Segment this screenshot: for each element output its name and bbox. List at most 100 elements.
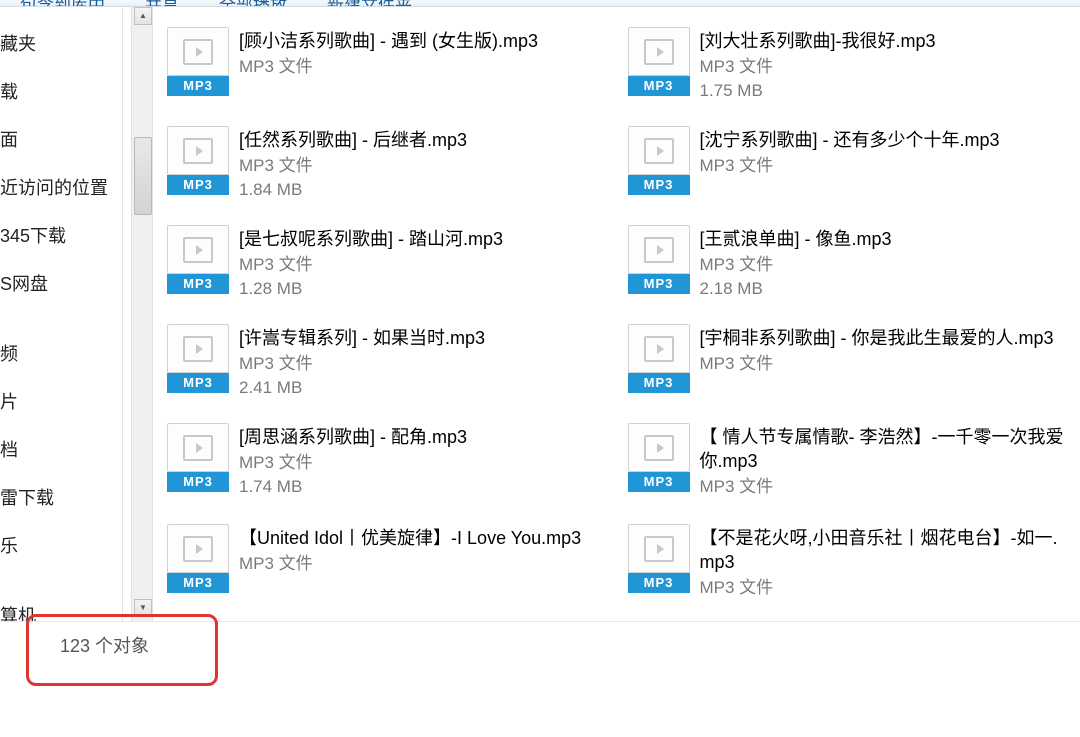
file-info: [刘大壮系列歌曲]-我很好.mp3 MP3 文件1.75 MB: [700, 27, 1071, 102]
file-name: [宇桐非系列歌曲] - 你是我此生最爱的人.mp3: [700, 326, 1071, 350]
sidebar-item[interactable]: 345下载: [0, 211, 122, 259]
file-item[interactable]: MP3 【 情人节专属情歌- 李浩然】-一千零一次我爱你.mp3 MP3 文件: [628, 423, 1071, 500]
sidebar-item[interactable]: 近访问的位置: [0, 163, 122, 211]
status-bar: 123 个对象: [0, 621, 1080, 737]
file-size: 1.74 MB: [239, 476, 610, 498]
mp3-file-icon: MP3: [628, 27, 690, 96]
file-type: MP3 文件: [239, 452, 610, 474]
file-item[interactable]: MP3 【不是花火呀,小田音乐社丨烟花电台】-如一.mp3 MP3 文件: [628, 524, 1071, 601]
file-size: 1.28 MB: [239, 278, 610, 300]
sidebar-item[interactable]: 载: [0, 67, 122, 115]
file-format-tag: MP3: [628, 573, 690, 593]
file-info: [是七叔呢系列歌曲] - 踏山河.mp3 MP3 文件1.28 MB: [239, 225, 610, 300]
file-item[interactable]: MP3[许嵩专辑系列] - 如果当时.mp3MP3 文件2.41 MB: [167, 324, 610, 399]
file-info: 【不是花火呀,小田音乐社丨烟花电台】-如一.mp3 MP3 文件: [700, 524, 1071, 601]
sidebar-item[interactable]: S网盘: [0, 259, 122, 307]
mp3-file-icon: MP3: [628, 423, 690, 492]
toolbar: 包含到库中 共享 全部播放 新建文件夹: [0, 0, 1080, 7]
sidebar-item[interactable]: 档: [0, 425, 122, 473]
file-format-tag: MP3: [167, 573, 229, 593]
file-format-tag: MP3: [628, 274, 690, 294]
file-name: [刘大壮系列歌曲]-我很好.mp3: [700, 29, 1071, 53]
file-item[interactable]: MP3 [周思涵系列歌曲] - 配角.mp3 MP3 文件1.74 MB: [167, 423, 610, 500]
toolbar-share[interactable]: 共享: [125, 0, 199, 7]
mp3-file-icon: MP3: [167, 423, 229, 492]
file-name: 【 情人节专属情歌- 李浩然】-一千零一次我爱你.mp3: [700, 425, 1071, 473]
sidebar-item[interactable]: 频: [0, 329, 122, 377]
file-item[interactable]: MP3 [王贰浪单曲] - 像鱼.mp3MP3 文件2.18 MB: [628, 225, 1071, 300]
files-grid: MP3[顾小洁系列歌曲] - 遇到 (女生版).mp3MP3 文件MP3[刘大壮…: [167, 27, 1070, 621]
file-format-tag: MP3: [628, 76, 690, 96]
file-type: MP3 文件: [239, 155, 610, 177]
file-format-tag: MP3: [167, 472, 229, 492]
sidebar-nav: 藏夹 载 面 近访问的位置 345下载 S网盘 频 片 档 雷下载 乐 算机 I…: [0, 7, 123, 621]
toolbar-include[interactable]: 包含到库中: [0, 0, 125, 7]
file-format-tag: MP3: [167, 274, 229, 294]
mp3-file-icon: MP3: [167, 225, 229, 294]
file-size: 2.18 MB: [700, 278, 1071, 300]
status-count: 123 个对象: [60, 632, 149, 658]
file-type: MP3 文件: [239, 353, 610, 375]
sidebar-spacer: [0, 569, 122, 591]
mp3-file-icon: MP3: [167, 524, 229, 593]
file-type: MP3 文件: [700, 577, 1071, 599]
mp3-file-icon: MP3: [628, 126, 690, 195]
file-name: [是七叔呢系列歌曲] - 踏山河.mp3: [239, 227, 610, 251]
file-format-tag: MP3: [167, 76, 229, 96]
toolbar-playall[interactable]: 全部播放: [199, 0, 307, 7]
scrollbar-thumb[interactable]: [134, 137, 152, 215]
file-name: [顾小洁系列歌曲] - 遇到 (女生版).mp3: [239, 29, 610, 53]
file-info: 【United Idol丨优美旋律】-I Love You.mp3 MP3 文件: [239, 524, 610, 577]
file-size: 1.84 MB: [239, 179, 610, 201]
file-item[interactable]: MP3 [宇桐非系列歌曲] - 你是我此生最爱的人.mp3 MP3 文件: [628, 324, 1071, 399]
file-size: 1.75 MB: [700, 80, 1071, 102]
file-info: [顾小洁系列歌曲] - 遇到 (女生版).mp3 MP3 文件: [239, 27, 610, 80]
file-type: MP3 文件: [700, 476, 1071, 498]
file-type: MP3 文件: [239, 553, 610, 575]
file-info: [王贰浪单曲] - 像鱼.mp3MP3 文件2.18 MB: [700, 225, 1071, 300]
file-item[interactable]: MP3 [刘大壮系列歌曲]-我很好.mp3 MP3 文件1.75 MB: [628, 27, 1071, 102]
file-format-tag: MP3: [167, 175, 229, 195]
file-item[interactable]: MP3 【United Idol丨优美旋律】-I Love You.mp3 MP3 …: [167, 524, 610, 601]
file-name: [沈宁系列歌曲] - 还有多少个十年.mp3: [700, 128, 1071, 152]
file-name: [任然系列歌曲] - 后继者.mp3: [239, 128, 610, 152]
file-item[interactable]: MP3 [沈宁系列歌曲] - 还有多少个十年.mp3 MP3 文件: [628, 126, 1071, 201]
sidebar-scrollbar[interactable]: ▲ ▼: [131, 7, 153, 621]
sidebar-item[interactable]: 片: [0, 377, 122, 425]
divider-area: ▲ ▼: [123, 7, 159, 621]
file-name: [周思涵系列歌曲] - 配角.mp3: [239, 425, 610, 449]
file-type: MP3 文件: [239, 56, 610, 78]
sidebar-spacer: [0, 307, 122, 329]
mp3-file-icon: MP3: [167, 27, 229, 96]
sidebar-item[interactable]: 面: [0, 115, 122, 163]
file-info: [周思涵系列歌曲] - 配角.mp3 MP3 文件1.74 MB: [239, 423, 610, 498]
mp3-file-icon: MP3: [167, 126, 229, 195]
scroll-up-icon[interactable]: ▲: [134, 7, 152, 25]
file-name: [王贰浪单曲] - 像鱼.mp3: [700, 227, 1071, 251]
sidebar-item[interactable]: 藏夹: [0, 19, 122, 67]
file-type: MP3 文件: [700, 155, 1071, 177]
file-type: MP3 文件: [239, 254, 610, 276]
file-format-tag: MP3: [628, 373, 690, 393]
explorer-window: 包含到库中 共享 全部播放 新建文件夹 藏夹 载 面 近访问的位置 345下载 …: [0, 0, 1080, 737]
file-item[interactable]: MP3 [任然系列歌曲] - 后继者.mp3 MP3 文件1.84 MB: [167, 126, 610, 201]
sidebar-item[interactable]: 乐: [0, 521, 122, 569]
file-format-tag: MP3: [628, 472, 690, 492]
file-item[interactable]: MP3 [顾小洁系列歌曲] - 遇到 (女生版).mp3 MP3 文件: [167, 27, 610, 102]
file-type: MP3 文件: [700, 56, 1071, 78]
sidebar-item[interactable]: 雷下载: [0, 473, 122, 521]
mp3-file-icon: MP3: [628, 225, 690, 294]
sidebar-item[interactable]: 算机: [0, 591, 122, 621]
files-area: MP3[顾小洁系列歌曲] - 遇到 (女生版).mp3MP3 文件MP3[刘大壮…: [159, 7, 1080, 621]
toolbar-newfolder[interactable]: 新建文件夹: [307, 0, 432, 7]
scroll-down-icon[interactable]: ▼: [134, 599, 152, 617]
file-size: 2.41 MB: [239, 377, 610, 399]
file-info: [任然系列歌曲] - 后继者.mp3 MP3 文件1.84 MB: [239, 126, 610, 201]
mp3-file-icon: MP3: [628, 524, 690, 593]
content-row: 藏夹 载 面 近访问的位置 345下载 S网盘 频 片 档 雷下载 乐 算机 I…: [0, 7, 1080, 621]
file-item[interactable]: MP3 [是七叔呢系列歌曲] - 踏山河.mp3 MP3 文件1.28 MB: [167, 225, 610, 300]
file-name: 【不是花火呀,小田音乐社丨烟花电台】-如一.mp3: [700, 526, 1071, 574]
file-name: 【United Idol丨优美旋律】-I Love You.mp3: [239, 526, 610, 550]
file-type: MP3 文件: [700, 353, 1071, 375]
mp3-file-icon: MP3: [628, 324, 690, 393]
